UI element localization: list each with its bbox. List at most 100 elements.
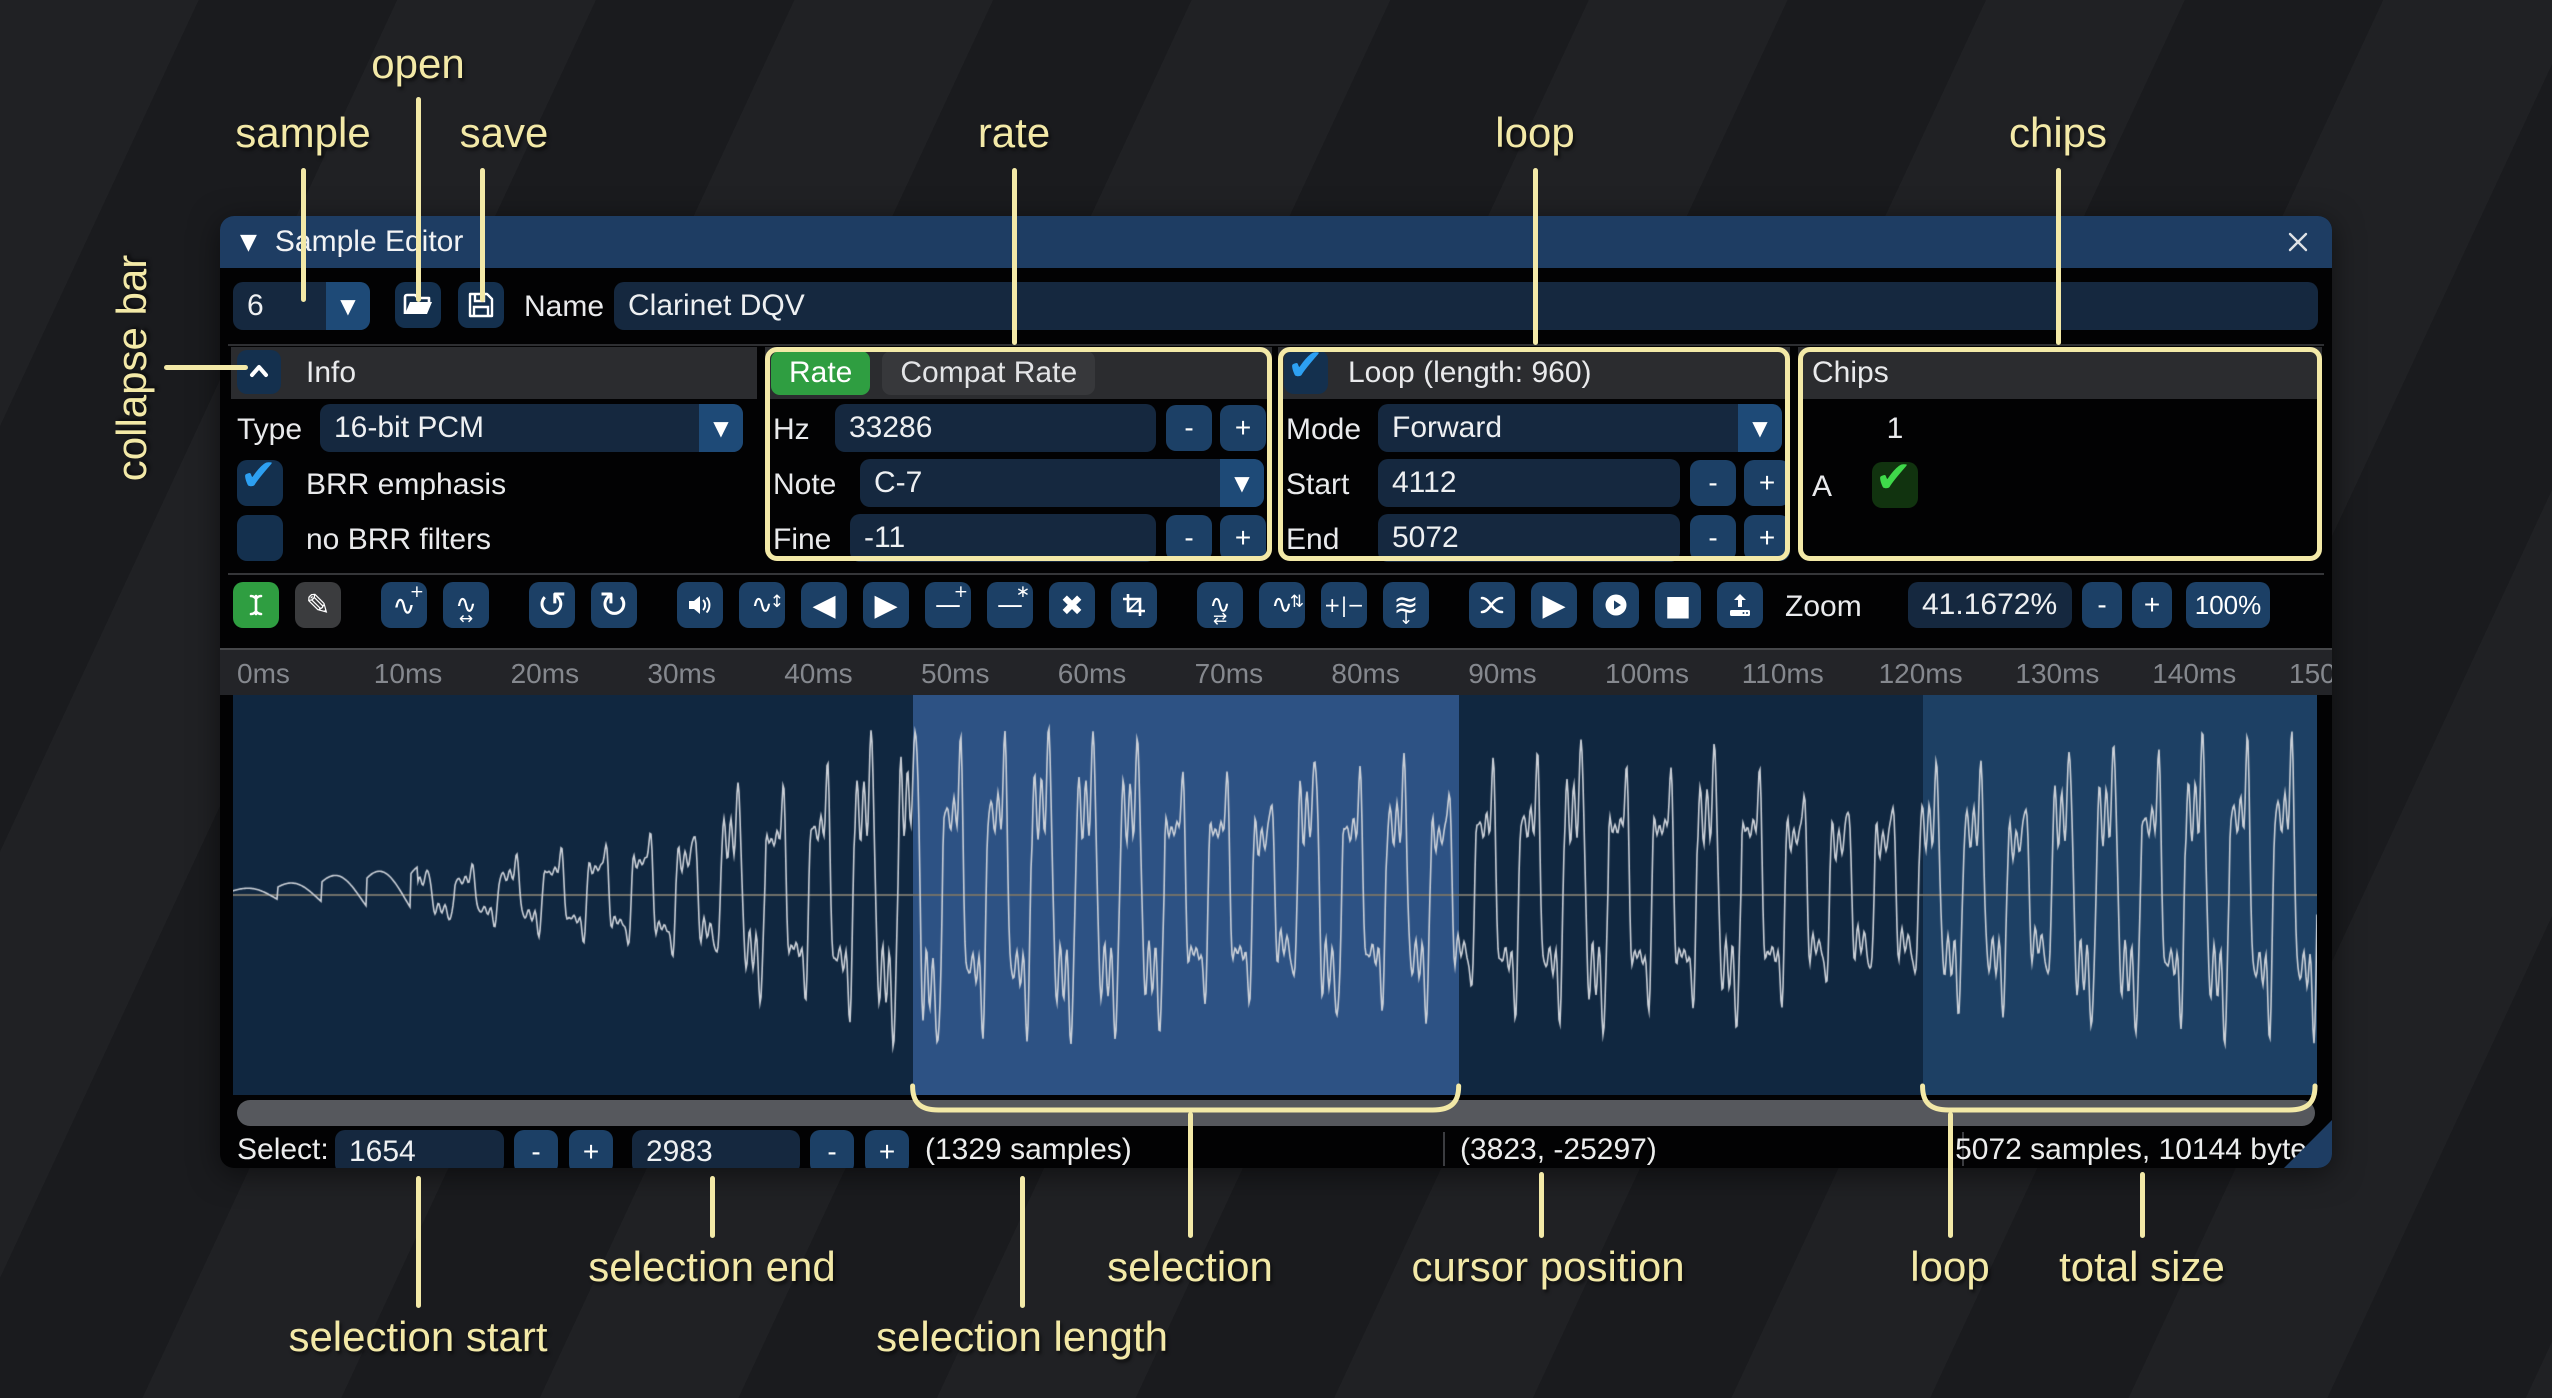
selection-start-input[interactable]: 1654 [335,1130,504,1168]
loop-end-minus-button[interactable]: - [1690,515,1736,561]
delete-button[interactable]: ✖ [1049,582,1095,628]
stop-button[interactable]: ■ [1655,582,1701,628]
trim-button[interactable] [1111,582,1157,628]
chip-a-enable-checkbox[interactable]: ✔ [1872,462,1918,508]
annotation-label-selection-end: selection end [588,1243,836,1291]
folder-open-icon [402,291,434,319]
hz-plus-button[interactable]: + [1220,405,1266,451]
check-icon: ✔ [1875,452,1912,503]
name-input[interactable]: Clarinet DQV [614,282,2318,330]
mode-label: Mode [1286,413,1361,447]
open-button[interactable] [395,282,441,328]
note-dropdown[interactable]: C-7 ▼ [860,459,1264,507]
hz-input[interactable]: 33286 [835,404,1156,452]
waveform-canvas[interactable] [233,695,2317,1095]
name-input-value: Clarinet DQV [628,289,805,323]
info-collapse-button[interactable] [237,350,281,394]
cursor-position-text: (3823, -25297) [1460,1132,1657,1168]
loop-start-minus-button[interactable]: - [1690,460,1736,506]
sample-selector[interactable]: 6 ▼ [233,282,370,330]
ruler-tick: 130ms [2015,658,2099,690]
filter-button[interactable]: ≋↓ [1383,582,1429,628]
no-brr-filters-label: no BRR filters [306,523,491,557]
undo-button[interactable]: ↺ [529,582,575,628]
preview-button[interactable] [1593,582,1639,628]
resize-grip-icon[interactable] [2284,1120,2332,1168]
chevron-down-icon[interactable]: ▼ [699,404,743,452]
loop-end-value: 5072 [1392,521,1459,555]
chevron-down-icon[interactable]: ▼ [326,282,370,330]
titlebar[interactable]: ▼ Sample Editor [220,216,2332,268]
play-button[interactable]: ▶ [1531,582,1577,628]
chevron-down-icon[interactable]: ▼ [1738,404,1782,452]
zoom-out-button[interactable]: - [2082,582,2122,628]
annotation-label-rate: rate [978,109,1050,157]
selection-end-plus-button[interactable]: + [865,1130,909,1168]
ruler-tick: 60ms [1058,658,1126,690]
amplify-button[interactable] [677,582,723,628]
fine-minus-button[interactable]: - [1166,515,1212,561]
tab-rate[interactable]: Rate [771,351,870,395]
loop-end-input[interactable]: 5072 [1378,514,1680,562]
ruler-tick: 50ms [921,658,989,690]
loop-end-plus-button[interactable]: + [1744,515,1790,561]
redo-button[interactable]: ↻ [591,582,637,628]
signed-unsigned-button[interactable]: +|− [1321,582,1367,628]
crossfade-button[interactable] [1469,582,1515,628]
ruler-tick: 80ms [1331,658,1399,690]
floppy-disk-icon [466,290,496,320]
loop-start-plus-button[interactable]: + [1744,460,1790,506]
note-label: Note [773,468,836,502]
annotation-label-cursor-position: cursor position [1411,1243,1684,1291]
loop-start-input[interactable]: 4112 [1378,459,1680,507]
reverse-button[interactable]: ∿⇄ [1197,582,1243,628]
apply-silence-button[interactable]: —∗ [987,582,1033,628]
export-button[interactable] [1717,582,1763,628]
close-icon[interactable] [2282,226,2314,258]
type-dropdown[interactable]: 16-bit PCM ▼ [320,404,743,452]
selection-start-minus-button[interactable]: - [514,1130,558,1168]
ruler-tick: 150ms [2289,658,2332,690]
stretch-button[interactable]: ∿↔ [443,582,489,628]
brr-emphasis-checkbox[interactable]: ✔ [237,460,283,506]
chips-panel-header: Chips [1798,347,2322,399]
timeline-ruler[interactable]: 0ms10ms20ms30ms40ms50ms60ms70ms80ms90ms1… [220,648,2332,695]
delete-icon: ✖ [1060,589,1083,622]
fade-out-button[interactable]: ▶ [863,582,909,628]
resample-button[interactable]: ∿+ [381,582,427,628]
loop-checkbox[interactable]: ✔ [1284,350,1328,394]
window-collapse-icon[interactable]: ▼ [240,230,257,255]
selection-start-plus-button[interactable]: + [569,1130,613,1168]
selection-end-minus-button[interactable]: - [810,1130,854,1168]
ruler-tick: 20ms [511,658,579,690]
zoom-input[interactable]: 41.1672% [1908,582,2072,628]
fade-in-icon: ◀ [812,588,835,623]
info-panel-title: Info [306,356,356,390]
fine-plus-button[interactable]: + [1220,515,1266,561]
chevron-down-icon[interactable]: ▼ [1220,459,1264,507]
hz-minus-button[interactable]: - [1166,405,1212,451]
draw-button[interactable]: ✎ [295,582,341,628]
select-button[interactable] [233,582,279,628]
name-label: Name [524,290,604,324]
insert-silence-button[interactable]: —+ [925,582,971,628]
selection-end-input[interactable]: 2983 [632,1130,800,1168]
zoom-reset-button[interactable]: 100% [2186,582,2270,628]
type-label: Type [237,413,302,447]
save-button[interactable] [458,282,504,328]
zoom-label: Zoom [1785,590,1862,624]
selection-end-value: 2983 [646,1135,713,1168]
undo-icon: ↺ [537,585,567,626]
normalize-button[interactable]: ∿↕ [739,582,785,628]
zoom-in-button[interactable]: + [2132,582,2172,628]
fade-in-button[interactable]: ◀ [801,582,847,628]
annotation-line-selection-end [710,1176,715,1238]
mode-dropdown[interactable]: Forward ▼ [1378,404,1782,452]
annotation-label-total-size: total size [2059,1243,2225,1291]
invert-button[interactable]: ∿⇅ [1259,582,1305,628]
no-brr-filters-checkbox[interactable]: ✔ [237,515,283,561]
waveform-scrollbar[interactable] [237,1100,2315,1126]
fine-input[interactable]: -11 [850,514,1156,562]
tab-compat-rate[interactable]: Compat Rate [882,351,1095,395]
annotation-label-open: open [371,40,464,88]
